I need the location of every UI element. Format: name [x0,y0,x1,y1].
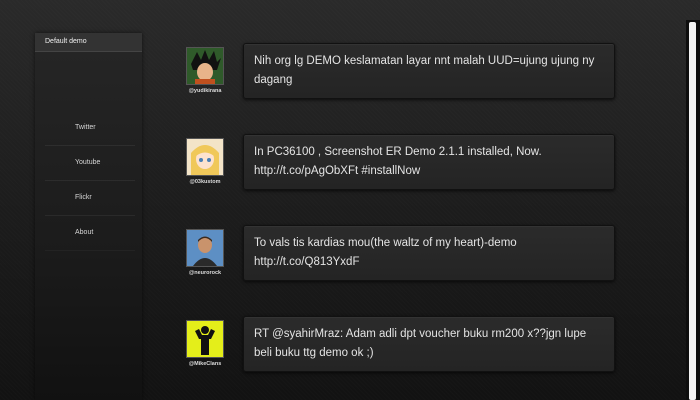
sidebar-item-about[interactable]: About [45,216,135,251]
sidebar-title: Default demo [35,33,142,52]
scrollbar-thumb[interactable] [689,22,696,400]
sidebar-item-flickr[interactable]: Flickr [45,181,135,216]
sidebar-nav: Twitter Youtube Flickr About [45,111,135,251]
tweet-author: @MikeClans [185,320,225,367]
tweet-text: In PC36100 , Screenshot ER Demo 2.1.1 in… [243,134,615,190]
avatar-image[interactable] [186,320,224,358]
page: Default demo Twitter Youtube Flickr Abou… [0,0,700,400]
sidebar: Default demo Twitter Youtube Flickr Abou… [35,33,142,400]
sidebar-item-twitter[interactable]: Twitter [45,111,135,146]
tweet-text: To vals tis kardias mou(the waltz of my … [243,225,615,281]
tweet-handle[interactable]: @MikeClans [185,361,225,367]
tweet-handle[interactable]: @03kustom [185,179,225,185]
tweet-handle[interactable]: @yudikirana [185,88,225,94]
tweet-author: @yudikirana [185,47,225,94]
avatar-image[interactable] [186,47,224,85]
tweet-author: @03kustom [185,138,225,185]
avatar-image[interactable] [186,138,224,176]
avatar-image[interactable] [186,229,224,267]
tweet-author: @neurorock [185,229,225,276]
tweet-handle[interactable]: @neurorock [185,270,225,276]
tweet-text: RT @syahirMraz: Adam adli dpt voucher bu… [243,316,615,372]
sidebar-item-youtube[interactable]: Youtube [45,146,135,181]
tweet-text: Nih org lg DEMO keslamatan layar nnt mal… [243,43,615,99]
